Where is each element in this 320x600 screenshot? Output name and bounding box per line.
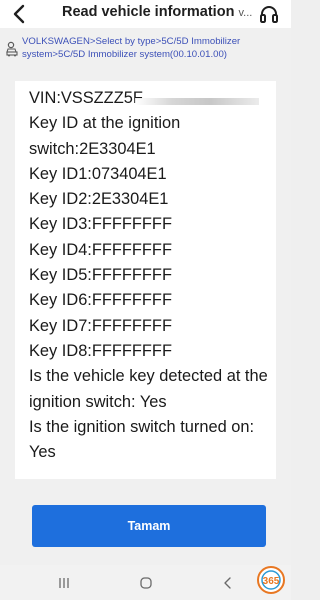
home-icon: [140, 577, 152, 589]
watermark-logo-icon: 365: [257, 566, 285, 594]
page-title-ellipsis: v...: [238, 7, 252, 19]
page-title: Read vehicle information v...: [62, 4, 252, 20]
info-line-key-id1: Key ID1:073404E1: [29, 164, 167, 183]
home-button[interactable]: [136, 574, 156, 592]
info-line-key-detected: Is the vehicle key detected at the ignit…: [29, 367, 268, 411]
support-button[interactable]: [257, 2, 281, 26]
page-title-text: Read vehicle information: [62, 4, 235, 20]
vehicle-info-card: VIN:VSSZZZ5F Key ID at the ignition swit…: [15, 81, 276, 479]
car-diagnostic-icon: [6, 41, 18, 57]
info-line-key-id6: Key ID6:FFFFFFFF: [29, 291, 172, 310]
back-button[interactable]: [8, 3, 30, 25]
vin-text: VIN:VSSZZZ5F: [29, 89, 143, 107]
back-icon: [224, 577, 231, 589]
breadcrumb-path: VOLKSWAGEN>Select by type>5C/5D Immobili…: [22, 36, 241, 60]
info-line-ignition-on: Is the ignition switch turned on: Yes: [29, 417, 255, 462]
info-line-key-id2: Key ID2:2E3304E1: [29, 190, 169, 209]
recent-apps-icon: [59, 578, 69, 588]
watermark-text: 365: [263, 576, 280, 587]
info-line-key-id8: Key ID8:FFFFFFFF: [29, 341, 172, 360]
recent-apps-button[interactable]: [54, 574, 74, 592]
breadcrumb: VOLKSWAGEN>Select by type>5C/5D Immobili…: [0, 36, 291, 66]
info-line-key-id7: Key ID7:FFFFFFFF: [29, 316, 172, 335]
ok-button[interactable]: Tamam: [32, 505, 266, 547]
back-chevron-icon: [13, 4, 25, 24]
app-header: Read vehicle information v...: [0, 0, 291, 28]
info-line-key-id4: Key ID4:FFFFFFFF: [29, 240, 172, 259]
vehicle-info-lines: VIN:VSSZZZ5F Key ID at the ignition swit…: [29, 86, 269, 465]
vin-redaction: [135, 98, 259, 105]
system-nav-bar: [0, 565, 291, 600]
vin-line: VIN:VSSZZZ5F: [29, 86, 269, 111]
info-line-key-id3: Key ID3:FFFFFFFF: [29, 215, 172, 234]
info-line-key-id-ignition: Key ID at the ignition switch:2E3304E1: [29, 114, 181, 158]
system-back-button[interactable]: [218, 574, 238, 592]
headset-icon: [260, 6, 278, 23]
screen: Read vehicle information v... VOLKSWAGEN…: [0, 0, 291, 600]
info-line-key-id5: Key ID5:FFFFFFFF: [29, 266, 172, 285]
